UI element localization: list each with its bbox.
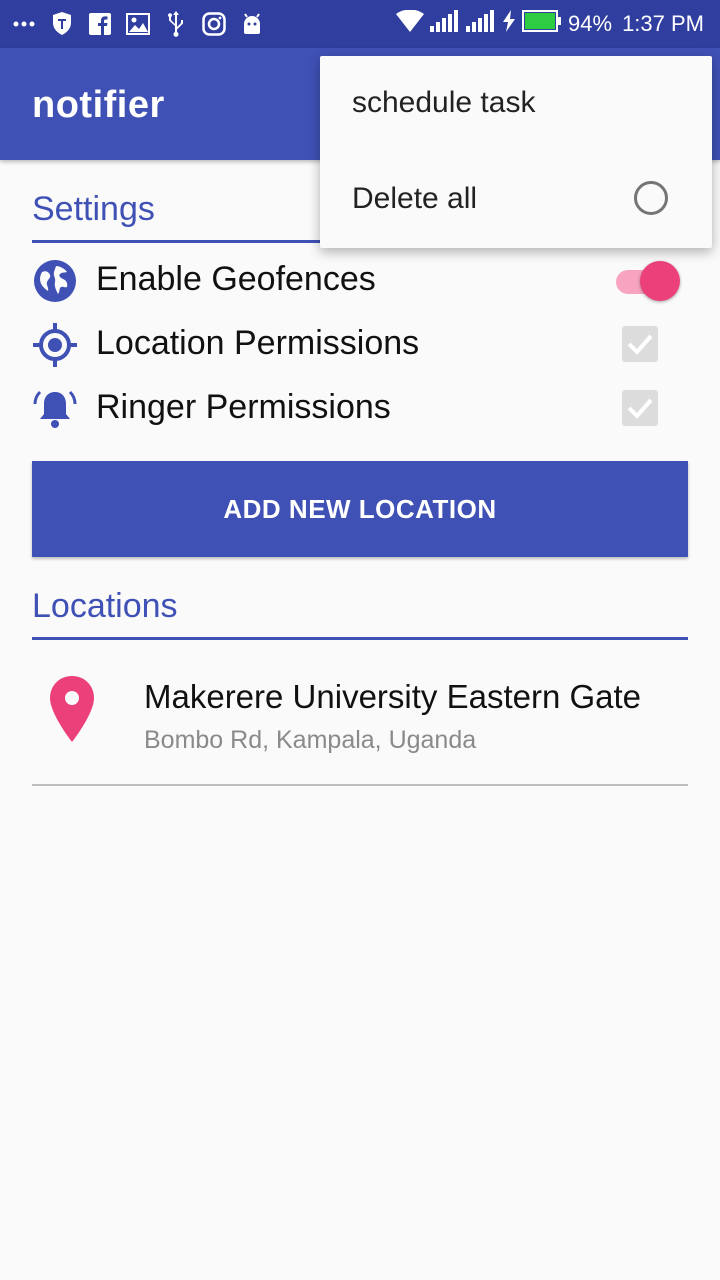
location-list-item[interactable]: Makerere University Eastern Gate Bombo R… — [32, 662, 688, 784]
location-divider — [32, 784, 688, 786]
shield-icon — [50, 12, 74, 36]
charging-icon — [502, 10, 516, 38]
clock: 1:37 PM — [622, 11, 704, 36]
image-icon — [126, 12, 150, 36]
map-pin-icon — [46, 674, 98, 744]
check-icon — [627, 334, 653, 355]
setting-label: Location Permissions — [96, 324, 420, 362]
notification-icons — [12, 8, 264, 40]
setting-ringer-permissions[interactable]: Ringer Permissions — [32, 376, 688, 436]
location-name: Makerere University Eastern Gate — [144, 678, 642, 715]
app-title: notifier — [32, 84, 165, 126]
gps-target-icon — [32, 322, 78, 368]
delete-all-radio[interactable] — [634, 181, 668, 215]
signal-icon — [430, 10, 460, 38]
battery-percent: 94% — [568, 11, 613, 36]
battery-icon — [522, 10, 562, 38]
overflow-menu: schedule task Delete all — [320, 56, 712, 248]
bell-ringing-icon — [32, 386, 78, 432]
location-address: Bombo Rd, Kampala, Uganda — [144, 726, 477, 754]
check-icon — [627, 398, 653, 419]
setting-label: Enable Geofences — [96, 260, 376, 298]
setting-label: Ringer Permissions — [96, 388, 391, 426]
globe-icon — [32, 258, 78, 304]
geofences-toggle[interactable] — [616, 260, 680, 301]
instagram-icon — [202, 12, 226, 36]
system-status: 94% 1:37 PM — [396, 8, 704, 40]
locations-section-title: Locations — [32, 587, 178, 625]
ringer-permissions-checkbox[interactable] — [622, 390, 658, 426]
toggle-thumb — [640, 261, 680, 301]
status-bar: 94% 1:37 PM — [0, 0, 720, 48]
add-new-location-button[interactable]: ADD NEW LOCATION — [32, 461, 688, 557]
menu-item-schedule-task[interactable]: schedule task — [320, 56, 712, 152]
setting-enable-geofences[interactable]: Enable Geofences — [32, 248, 688, 308]
locations-divider — [32, 637, 688, 640]
setting-location-permissions[interactable]: Location Permissions — [32, 312, 688, 372]
location-permissions-checkbox[interactable] — [622, 326, 658, 362]
facebook-icon — [88, 12, 112, 36]
menu-item-label: Delete all — [352, 182, 478, 215]
menu-item-label: schedule task — [352, 86, 536, 119]
settings-section-title: Settings — [32, 190, 155, 228]
wifi-icon — [396, 9, 425, 38]
android-icon — [240, 12, 264, 36]
signal-icon — [466, 10, 496, 38]
more-dots-icon — [12, 12, 36, 36]
usb-icon — [164, 11, 188, 37]
